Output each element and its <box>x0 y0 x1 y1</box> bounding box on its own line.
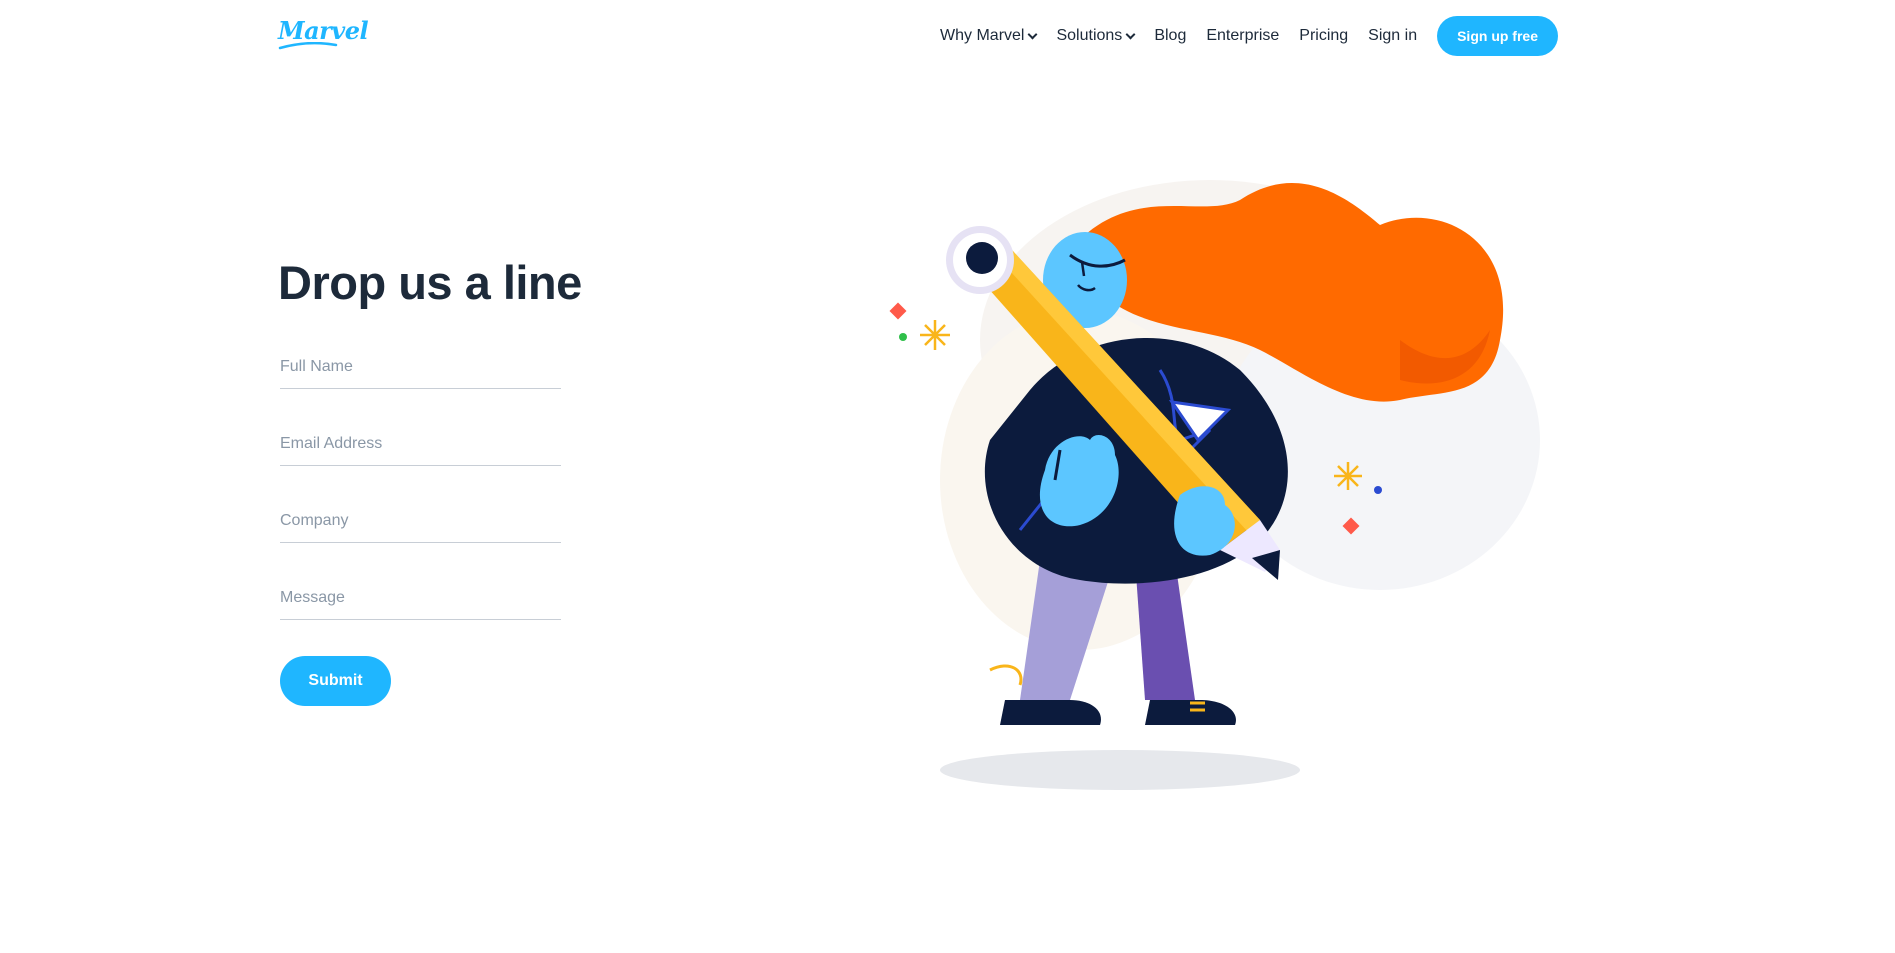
email-field-wrapper <box>280 425 561 466</box>
nav-menu: Why Marvel Solutions Blog Enterprise Pri… <box>920 16 1558 56</box>
nav-item-label: Enterprise <box>1206 27 1280 44</box>
ground-shadow <box>940 750 1300 790</box>
nav-item-enterprise[interactable]: Enterprise <box>1206 27 1279 45</box>
page-title: Drop us a line <box>278 256 582 309</box>
woman-carrying-pencil-illustration <box>889 180 1540 790</box>
nav-item-label: Sign in <box>1368 27 1418 44</box>
nav-item-label: Pricing <box>1299 27 1349 44</box>
nav-item-label: Why Marvel <box>940 27 1025 44</box>
contact-form <box>280 348 561 656</box>
chevron-down-icon <box>1125 29 1136 39</box>
nav-item-solutions[interactable]: Solutions <box>1056 27 1136 45</box>
nav-item-pricing[interactable]: Pricing <box>1299 27 1348 45</box>
marvel-logo[interactable]: Marvel <box>278 16 369 50</box>
company-input[interactable] <box>280 502 561 540</box>
message-input[interactable] <box>280 579 561 617</box>
full-name-field-wrapper <box>280 348 561 389</box>
nav-item-why-marvel[interactable]: Why Marvel <box>940 27 1038 45</box>
sign-up-free-button[interactable]: Sign up free <box>1437 16 1558 56</box>
nav-item-blog[interactable]: Blog <box>1154 27 1186 45</box>
company-field-wrapper <box>280 502 561 543</box>
email-input[interactable] <box>280 425 561 463</box>
logo-swoosh-icon <box>278 42 338 50</box>
nav-item-sign-in[interactable]: Sign in <box>1368 27 1417 45</box>
full-name-input[interactable] <box>280 348 561 386</box>
submit-button[interactable]: Submit <box>280 656 391 706</box>
logo-text: Marvel <box>278 16 369 45</box>
message-field-wrapper <box>280 579 561 620</box>
top-nav: Marvel Why Marvel Solutions Blog Enterpr… <box>0 0 1895 72</box>
nav-item-label: Solutions <box>1056 27 1123 44</box>
chevron-down-icon <box>1028 29 1038 39</box>
nav-item-label: Blog <box>1154 27 1187 44</box>
